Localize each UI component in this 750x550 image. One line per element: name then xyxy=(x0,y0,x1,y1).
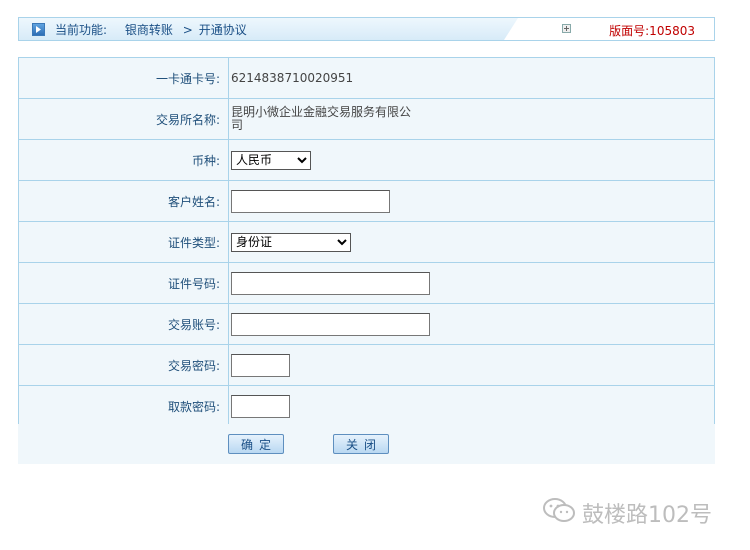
currency-label: 币种: xyxy=(19,140,229,180)
currency-select[interactable]: 人民币 xyxy=(231,150,311,170)
version-number: 版面号:105803 xyxy=(609,24,695,38)
customer-name-label: 客户姓名: xyxy=(19,181,229,221)
agreement-form: 一卡通卡号: 6214838710020951 交易所名称: 昆明小微企业金融交… xyxy=(18,57,715,428)
id-type-label: 证件类型: xyxy=(19,222,229,262)
currency-cell: 人民币 xyxy=(229,140,714,180)
withdraw-password-cell xyxy=(229,386,714,427)
breadcrumb: 当前功能: 银商转账 > 开通协议 xyxy=(55,21,247,38)
form-row-card-number: 一卡通卡号: 6214838710020951 xyxy=(19,58,714,99)
trade-password-input[interactable] xyxy=(231,353,290,377)
id-type-cell: 身份证 xyxy=(229,222,714,262)
close-button[interactable]: 关闭 xyxy=(333,434,389,454)
exchange-name-label: 交易所名称: xyxy=(19,99,229,139)
customer-name-cell xyxy=(229,181,714,221)
id-number-input[interactable] xyxy=(231,271,430,295)
exchange-name-value: 昆明小微企业金融交易服务有限公司 xyxy=(231,105,412,132)
trade-password-cell xyxy=(229,345,714,385)
withdraw-password-input[interactable] xyxy=(231,395,290,418)
trade-account-label: 交易账号: xyxy=(19,304,229,344)
breadcrumb-title: 当前功能: xyxy=(55,22,108,37)
watermark-text: 鼓楼路102号 xyxy=(582,503,712,528)
trade-password-label: 交易密码: xyxy=(19,345,229,385)
form-row-trade-password: 交易密码: xyxy=(19,345,714,386)
breadcrumb-separator: > xyxy=(182,22,193,37)
trade-account-input[interactable] xyxy=(231,312,430,336)
function-header: 当前功能: 银商转账 > 开通协议 版面号:105803 xyxy=(18,17,715,41)
wechat-icon xyxy=(542,497,576,529)
id-number-label: 证件号码: xyxy=(19,263,229,303)
customer-name-input[interactable] xyxy=(231,189,390,213)
form-row-trade-account: 交易账号: xyxy=(19,304,714,345)
form-row-customer-name: 客户姓名: xyxy=(19,181,714,222)
form-row-exchange-name: 交易所名称: 昆明小微企业金融交易服务有限公司 xyxy=(19,99,714,140)
trade-account-cell xyxy=(229,304,714,344)
id-number-cell xyxy=(229,263,714,303)
form-row-withdraw-password: 取款密码: xyxy=(19,386,714,427)
withdraw-password-label: 取款密码: xyxy=(19,386,229,427)
watermark: 鼓楼路102号 xyxy=(542,497,712,529)
expand-icon[interactable] xyxy=(562,24,571,33)
form-row-id-type: 证件类型: 身份证 xyxy=(19,222,714,263)
breadcrumb-section: 银商转账 xyxy=(124,22,173,37)
button-bar: 确定 关闭 xyxy=(18,424,715,464)
form-row-currency: 币种: 人民币 xyxy=(19,140,714,181)
exchange-name-cell: 昆明小微企业金融交易服务有限公司 xyxy=(229,99,714,139)
card-number-label: 一卡通卡号: xyxy=(19,58,229,98)
form-row-id-number: 证件号码: xyxy=(19,263,714,304)
nav-arrow-icon xyxy=(32,22,45,36)
card-number-value: 6214838710020951 xyxy=(229,58,714,98)
confirm-button[interactable]: 确定 xyxy=(228,434,284,454)
breadcrumb-page: 开通协议 xyxy=(198,22,247,37)
id-type-select[interactable]: 身份证 xyxy=(231,232,351,252)
